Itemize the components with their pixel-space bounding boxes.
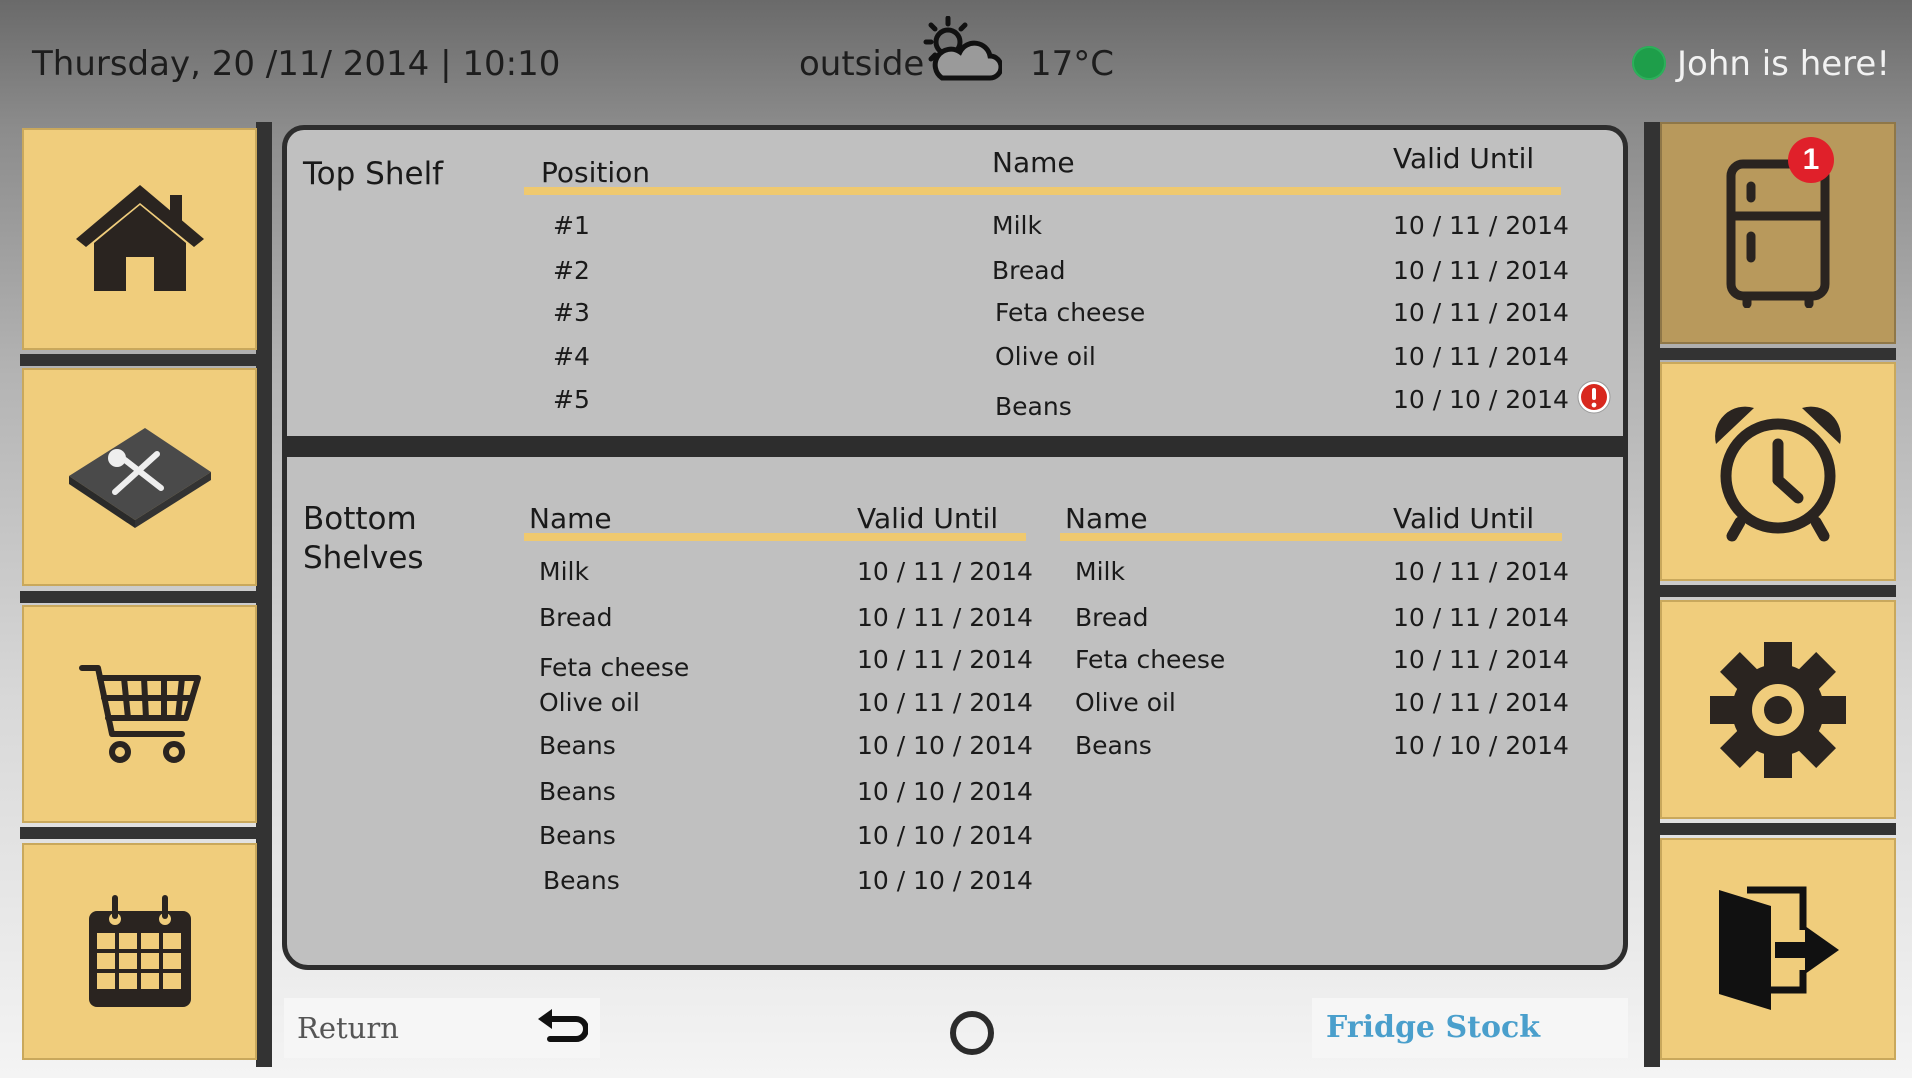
presence-indicator-icon	[1632, 46, 1666, 80]
table-cell-position: #4	[553, 342, 590, 371]
table-cell-valid-until: 10 / 11 / 2014	[1393, 342, 1569, 371]
table-cell-valid-until: 10 / 10 / 2014	[1393, 385, 1569, 414]
circle-home-icon[interactable]	[950, 1011, 994, 1055]
table-cell-name: Milk	[992, 211, 1042, 240]
header-rule	[524, 533, 1026, 541]
table-cell-name: Olive oil	[1075, 688, 1176, 717]
nav-alarm-button[interactable]	[1660, 362, 1896, 581]
left-separator	[20, 827, 256, 839]
table-cell-name: Feta cheese	[1075, 645, 1226, 674]
calendar-icon	[88, 894, 191, 1007]
table-cell-valid-until: 10 / 10 / 2014	[857, 731, 1033, 760]
nav-shopping-button[interactable]	[22, 605, 257, 823]
table-cell-name: Beans	[539, 731, 616, 760]
temperature: 17°C	[1030, 44, 1115, 84]
table-cell-valid-until: 10 / 11 / 2014	[1393, 645, 1569, 674]
nav-home-button[interactable]	[22, 128, 257, 350]
table-cell-position: #3	[553, 298, 590, 327]
table-cell-valid-until: 10 / 11 / 2014	[1393, 211, 1569, 240]
table-cell-position: #1	[553, 211, 590, 240]
left-column-divider	[256, 122, 272, 1067]
table-cell-valid-until: 10 / 10 / 2014	[1393, 731, 1569, 760]
screen-title: Fridge Stock	[1326, 1010, 1541, 1045]
table-cell-name: Bread	[992, 256, 1066, 285]
right-separator	[1660, 348, 1896, 360]
nav-recipes-button[interactable]	[22, 368, 257, 586]
bottom-shelves-title-line2: Shelves	[303, 540, 424, 576]
header-rule	[524, 187, 1561, 195]
table-cell-valid-until: 10 / 11 / 2014	[1393, 557, 1569, 586]
column-header-valid-until: Valid Until	[1393, 502, 1535, 535]
partly-cloudy-icon	[923, 16, 1002, 81]
header-rule	[1060, 533, 1562, 541]
gear-icon	[1710, 641, 1846, 778]
table-cell-name: Beans	[539, 821, 616, 850]
outside-label: outside	[799, 44, 925, 84]
column-header-name: Name	[529, 502, 612, 535]
column-header-name: Name	[1065, 502, 1148, 535]
table-cell-valid-until: 10 / 11 / 2014	[1393, 256, 1569, 285]
table-cell-valid-until: 10 / 11 / 2014	[857, 688, 1033, 717]
table-cell-name: Olive oil	[995, 342, 1096, 371]
left-separator	[20, 354, 256, 366]
top-shelf-title: Top Shelf	[303, 156, 444, 192]
column-header-name: Name	[992, 146, 1075, 179]
table-cell-name: Beans	[1075, 731, 1152, 760]
return-arrow-icon[interactable]	[536, 1009, 588, 1049]
table-cell-name: Beans	[539, 777, 616, 806]
recipe-book-icon	[68, 428, 211, 528]
nav-fridge-button[interactable]	[1660, 122, 1896, 344]
shopping-cart-icon	[78, 665, 201, 763]
nav-calendar-button[interactable]	[22, 843, 257, 1060]
nav-settings-button[interactable]	[1660, 600, 1896, 819]
table-cell-valid-until: 10 / 11 / 2014	[857, 603, 1033, 632]
alarm-clock-icon	[1715, 406, 1841, 541]
user-status: John is here!	[1677, 44, 1890, 84]
table-cell-name: Feta cheese	[539, 653, 690, 682]
table-cell-valid-until: 10 / 11 / 2014	[1393, 688, 1569, 717]
bottom-shelves-title-line1: Bottom	[303, 501, 417, 537]
column-header-valid-until: Valid Until	[857, 502, 999, 535]
column-header-valid-until: Valid Until	[1393, 142, 1535, 175]
table-cell-valid-until: 10 / 11 / 2014	[1393, 298, 1569, 327]
table-cell-valid-until: 10 / 10 / 2014	[857, 777, 1033, 806]
table-cell-position: #2	[553, 256, 590, 285]
table-cell-name: Milk	[539, 557, 589, 586]
exit-door-icon	[1719, 886, 1839, 1010]
left-separator	[20, 591, 256, 603]
notification-badge: 1	[1788, 137, 1834, 183]
table-cell-valid-until: 10 / 11 / 2014	[857, 557, 1033, 586]
table-cell-valid-until: 10 / 10 / 2014	[857, 866, 1033, 895]
table-cell-valid-until: 10 / 10 / 2014	[857, 821, 1033, 850]
table-cell-name: Milk	[1075, 557, 1125, 586]
return-label: Return	[297, 1011, 399, 1045]
table-cell-name: Feta cheese	[995, 298, 1146, 327]
right-separator	[1660, 823, 1896, 835]
right-column-divider	[1644, 122, 1660, 1067]
table-cell-name: Olive oil	[539, 688, 640, 717]
table-cell-name: Bread	[1075, 603, 1149, 632]
table-cell-name: Beans	[543, 866, 620, 895]
table-cell-name: Beans	[995, 392, 1072, 421]
table-cell-position: #5	[553, 385, 590, 414]
home-icon	[75, 185, 204, 291]
table-cell-valid-until: 10 / 11 / 2014	[857, 645, 1033, 674]
date-time: Thursday, 20 /11/ 2014 | 10:10	[32, 44, 561, 84]
table-cell-name: Bread	[539, 603, 613, 632]
table-cell-valid-until: 10 / 11 / 2014	[1393, 603, 1569, 632]
column-header-position: Position	[541, 156, 651, 189]
warning-icon[interactable]	[1577, 380, 1611, 414]
right-separator	[1660, 585, 1896, 597]
nav-exit-button[interactable]	[1660, 838, 1896, 1060]
